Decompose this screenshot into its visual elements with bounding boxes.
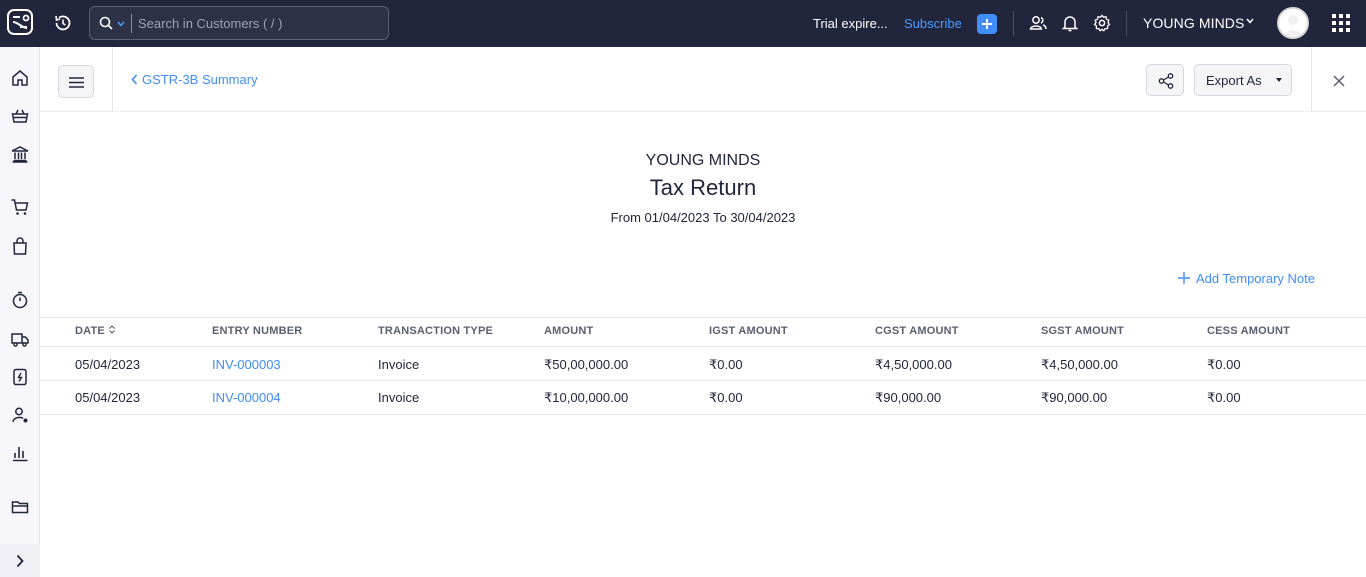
gst-filing-icon[interactable]	[10, 367, 30, 387]
cell-transaction-type: Invoice	[378, 357, 420, 372]
cell-igst-amount: ₹0.00	[709, 357, 743, 372]
notification-bell-icon[interactable]	[1060, 13, 1080, 33]
org-switcher[interactable]: YOUNG MINDS	[1143, 15, 1244, 31]
column-header-label[interactable]: DATE	[75, 325, 105, 337]
sales-cart-icon[interactable]	[10, 197, 30, 217]
plus-icon	[982, 19, 992, 29]
report-menu-button[interactable]	[58, 65, 94, 98]
search-input[interactable]: Search in Customers ( / )	[138, 16, 283, 31]
cell-transaction-type: Invoice	[378, 390, 420, 405]
column-header-date[interactable]: DATE	[75, 325, 116, 337]
page-title: Tax Return	[649, 175, 757, 200]
user-avatar-icon	[1283, 15, 1303, 37]
purchases-bag-icon[interactable]	[10, 236, 30, 256]
settings-gear-icon[interactable]	[1092, 13, 1112, 33]
plus-icon	[1178, 272, 1190, 284]
row-divider	[40, 380, 1366, 381]
home-icon[interactable]	[10, 68, 30, 88]
search-icon[interactable]	[99, 16, 113, 30]
chevron-right-icon	[16, 554, 24, 568]
avatar[interactable]	[1277, 7, 1309, 39]
column-header-cgst-amount: CGST AMOUNT	[875, 325, 959, 337]
header-divider	[112, 47, 113, 111]
entry-number-link[interactable]: INV-000004	[212, 390, 281, 405]
time-tracking-icon[interactable]	[10, 290, 30, 310]
table-top-border	[40, 317, 1366, 318]
cell-sgst-amount: ₹90,000.00	[1041, 390, 1108, 405]
search-divider	[131, 14, 132, 33]
quick-create-button[interactable]	[977, 14, 997, 34]
documents-folder-icon[interactable]	[10, 497, 30, 517]
cell-date: 05/04/2023	[75, 357, 141, 372]
accountant-icon[interactable]	[10, 405, 30, 425]
cell-amount: ₹50,00,000.00	[544, 357, 629, 372]
close-icon[interactable]	[1331, 73, 1347, 89]
banking-icon[interactable]	[10, 144, 30, 164]
sort-icon[interactable]	[109, 325, 116, 334]
column-header-cess-amount: CESS AMOUNT	[1207, 325, 1291, 337]
report-date-range: From 01/04/2023 To 30/04/2023	[610, 210, 796, 225]
hamburger-menu-icon	[69, 77, 84, 88]
subscribe-link[interactable]: Subscribe	[904, 16, 962, 31]
column-header-igst-amount: IGST AMOUNT	[709, 325, 788, 337]
top-bar: Search in Customers ( / ) Trial expire..…	[0, 0, 1366, 47]
items-basket-icon[interactable]	[10, 106, 30, 126]
export-as-label[interactable]: Export As	[1206, 73, 1262, 88]
breadcrumb[interactable]: GSTR-3B Summary	[131, 72, 258, 87]
trial-status: Trial expire...	[813, 16, 888, 31]
topbar-divider	[1126, 11, 1127, 36]
share-button[interactable]	[1146, 64, 1184, 96]
cell-cess-amount: ₹0.00	[1207, 357, 1241, 372]
cell-cgst-amount: ₹90,000.00	[875, 390, 942, 405]
report-org-name: YOUNG MINDS	[645, 152, 761, 169]
users-icon[interactable]	[1028, 13, 1048, 33]
cell-amount: ₹10,00,000.00	[544, 390, 629, 405]
sidebar	[0, 47, 40, 577]
header-divider	[1311, 47, 1312, 111]
entry-number-link[interactable]: INV-000003	[212, 357, 281, 372]
export-as-dropdown[interactable]: Export As	[1194, 64, 1292, 96]
column-header-sgst-amount: SGST AMOUNT	[1041, 325, 1125, 337]
apps-grid-icon[interactable]	[1332, 14, 1350, 32]
add-temporary-note-link[interactable]: Add Temporary Note	[1178, 271, 1315, 286]
recent-activity-icon[interactable]	[53, 13, 73, 33]
chevron-down-icon[interactable]	[1246, 18, 1254, 24]
header-separator	[40, 111, 1366, 112]
caret-down-icon	[1276, 78, 1282, 82]
breadcrumb-label[interactable]: GSTR-3B Summary	[142, 72, 258, 87]
search-box[interactable]: Search in Customers ( / )	[89, 6, 389, 40]
cell-sgst-amount: ₹4,50,000.00	[1041, 357, 1118, 372]
column-header-entry-number: ENTRY NUMBER	[212, 325, 303, 337]
share-icon	[1158, 73, 1174, 89]
cell-date: 05/04/2023	[75, 390, 141, 405]
add-note-label[interactable]: Add Temporary Note	[1196, 271, 1315, 286]
row-divider	[40, 414, 1366, 415]
topbar-divider	[1013, 11, 1014, 36]
chevron-left-icon	[131, 74, 138, 85]
cell-cgst-amount: ₹4,50,000.00	[875, 357, 952, 372]
reports-chart-icon[interactable]	[10, 443, 30, 463]
e-way-bill-truck-icon[interactable]	[10, 329, 30, 349]
table-header-border	[40, 346, 1366, 347]
app-logo-icon[interactable]	[6, 8, 34, 36]
chevron-down-icon[interactable]	[117, 21, 125, 27]
sidebar-expand-button[interactable]	[0, 544, 40, 577]
column-header-amount: AMOUNT	[544, 325, 594, 337]
column-header-transaction-type: TRANSACTION TYPE	[378, 325, 494, 337]
cell-cess-amount: ₹0.00	[1207, 390, 1241, 405]
cell-igst-amount: ₹0.00	[709, 390, 743, 405]
